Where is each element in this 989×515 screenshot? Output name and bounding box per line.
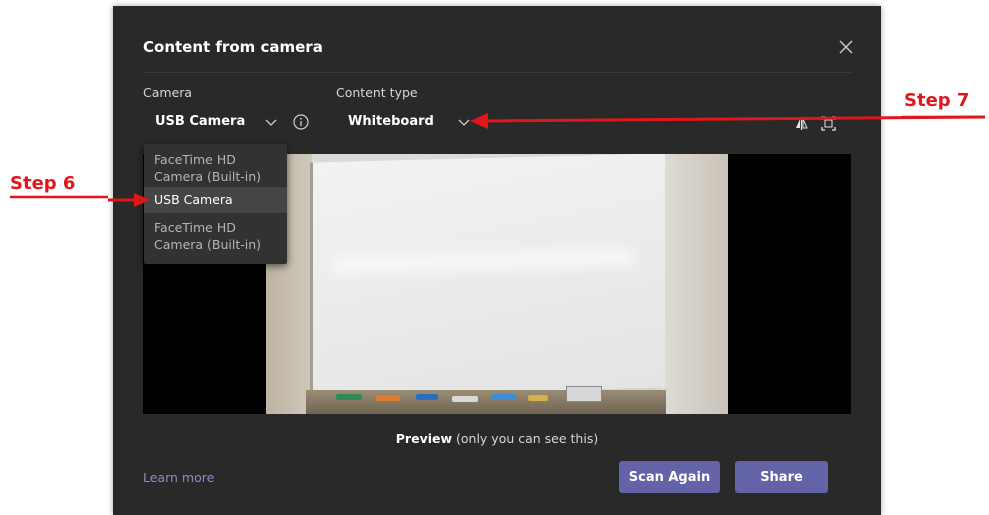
content-type-label: Content type [336,85,418,100]
dialog-title: Content from camera [143,38,323,56]
mirror-icon[interactable] [794,116,809,131]
preview-caption: Preview (only you can see this) [113,431,881,446]
camera-label: Camera [143,85,193,100]
camera-option-facetime-1[interactable]: FaceTime HD Camera (Built-in) [144,148,287,186]
whiteboard-video-frame [266,154,728,414]
chevron-down-icon [458,119,470,126]
share-button[interactable]: Share [735,461,828,493]
chevron-down-icon [265,119,277,126]
camera-dropdown-menu: FaceTime HD Camera (Built-in) USB Camera… [144,144,287,264]
camera-option-usb[interactable]: USB Camera [144,187,287,213]
info-icon[interactable] [293,114,309,130]
close-icon[interactable] [839,40,853,54]
content-type-select-value: Whiteboard [348,114,434,129]
crop-frame-icon[interactable] [821,116,836,131]
content-from-camera-dialog: Content from camera Camera USB Camera Co… [113,6,881,515]
scan-again-button[interactable]: Scan Again [619,461,720,493]
title-divider [143,72,851,73]
camera-select-value: USB Camera [155,114,246,129]
step-6-label: Step 6 [10,173,76,194]
camera-option-facetime-2[interactable]: FaceTime HD Camera (Built-in) [144,216,287,256]
learn-more-link[interactable]: Learn more [143,470,214,485]
step-7-label: Step 7 [904,90,970,111]
preview-caption-rest: (only you can see this) [452,431,599,446]
preview-caption-bold: Preview [395,431,453,446]
whiteboard-image [310,154,665,397]
camera-select[interactable]: USB Camera [143,111,283,137]
content-type-select[interactable]: Whiteboard [336,111,476,137]
